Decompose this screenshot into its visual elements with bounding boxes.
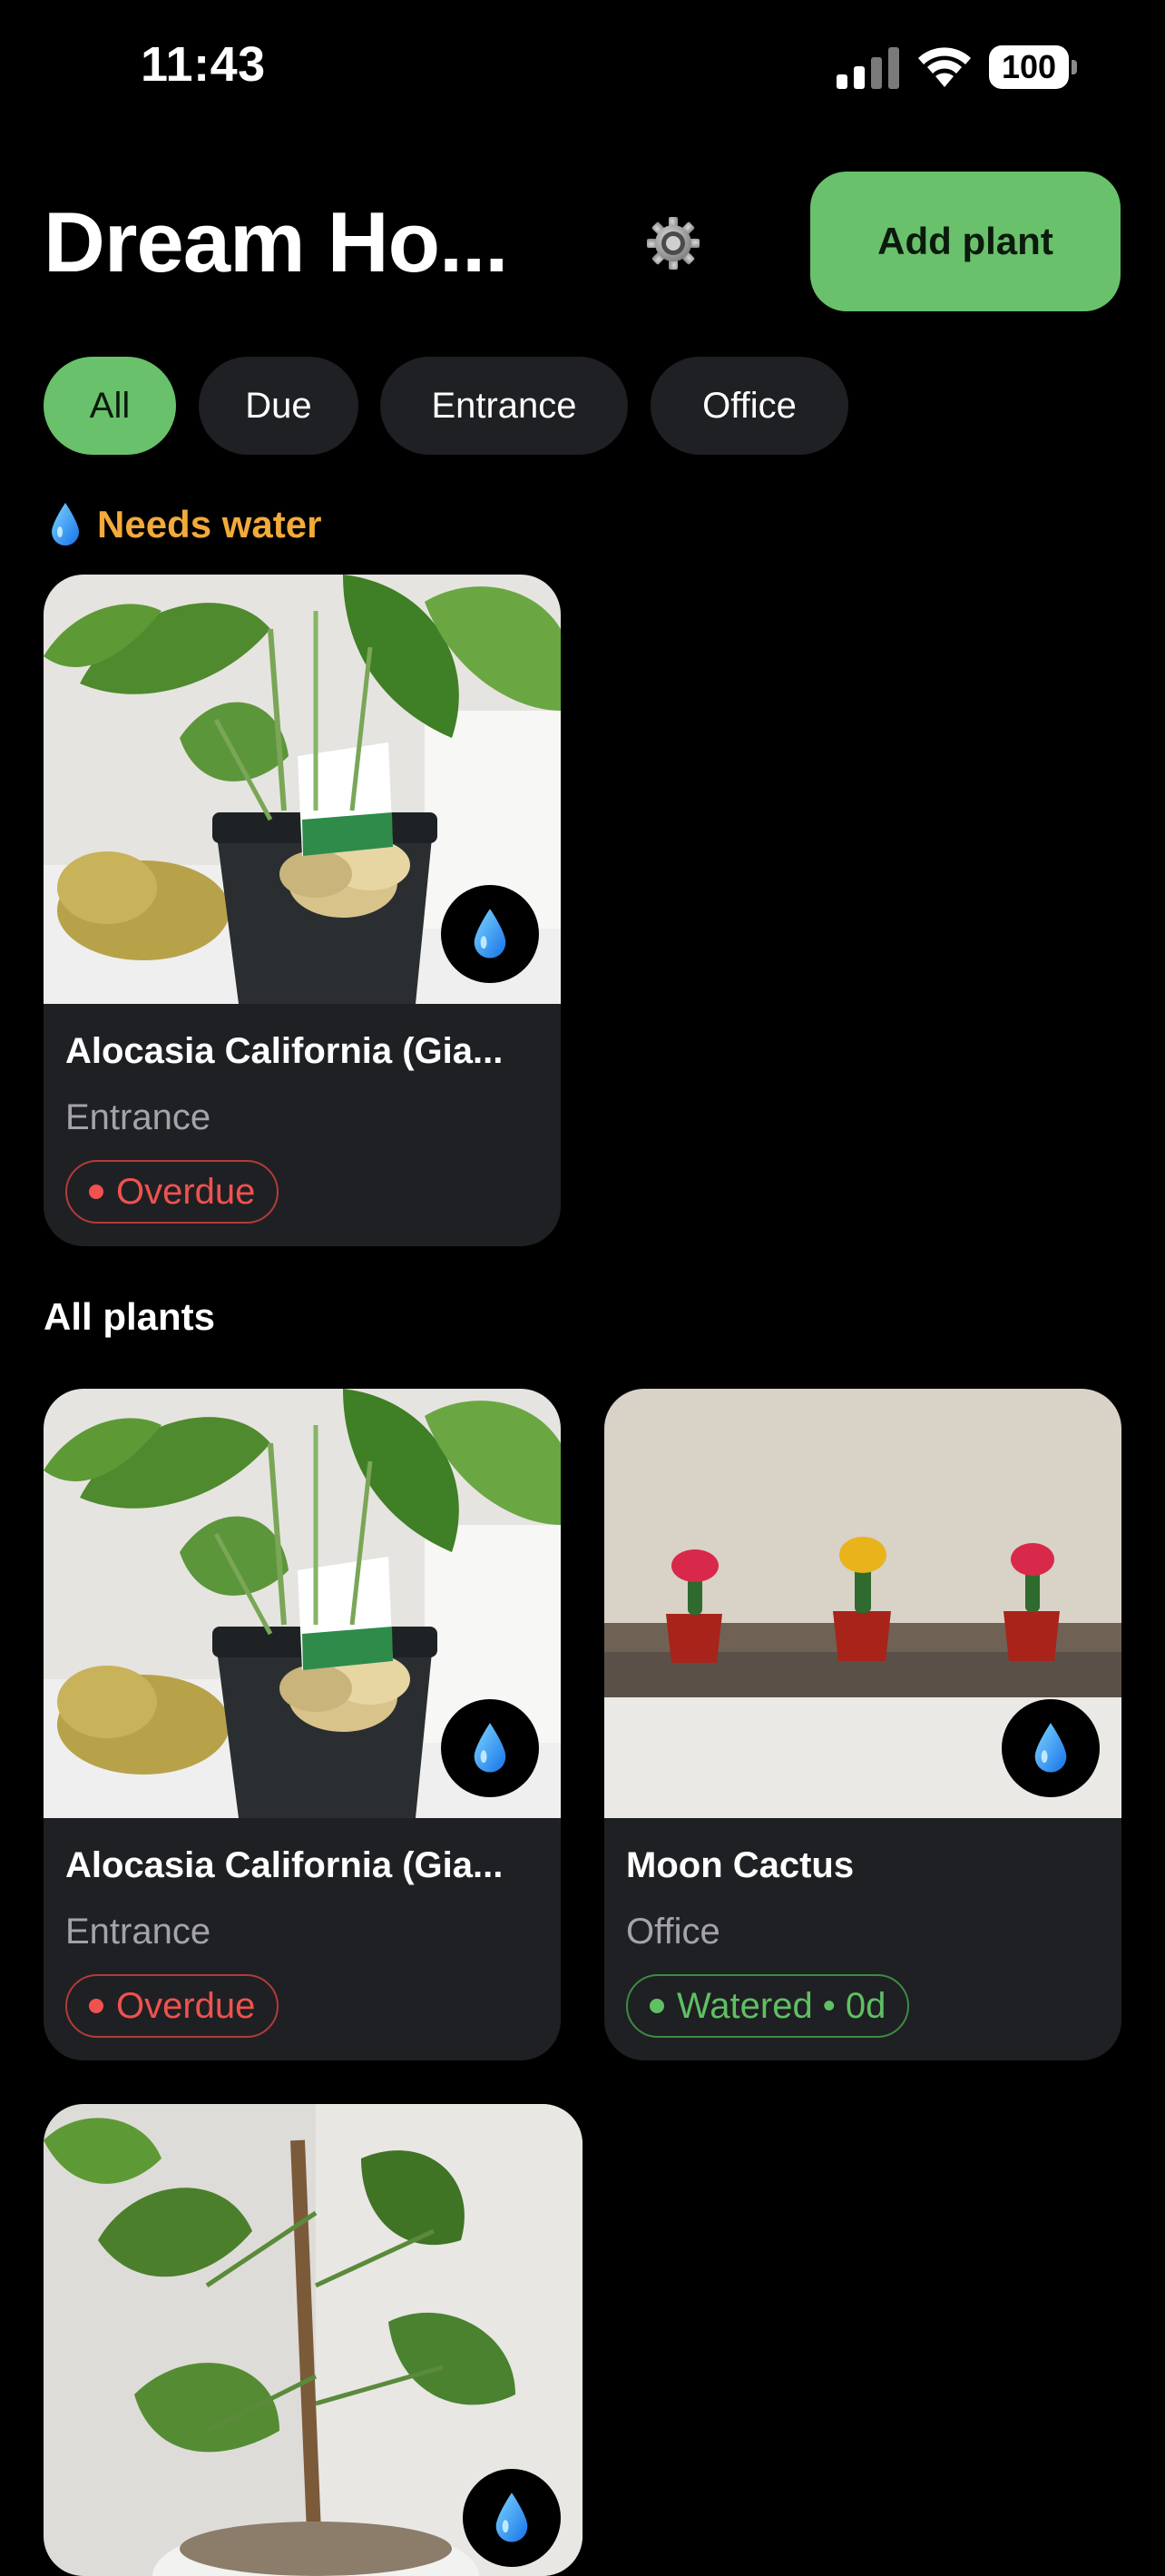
water-button[interactable]: [463, 2469, 561, 2567]
wifi-icon: [918, 47, 971, 87]
all-plants-heading: All plants: [44, 1295, 216, 1338]
plant-room: Office: [626, 1912, 720, 1952]
filter-chip-all[interactable]: All: [44, 357, 176, 455]
plant-card-moon-cactus[interactable]: Moon Cactus Office Watered • 0d: [604, 1389, 1121, 2060]
filter-chip-entrance[interactable]: Entrance: [380, 357, 628, 455]
plant-room: Entrance: [65, 1097, 211, 1137]
status-label: Watered • 0d: [677, 1985, 886, 2026]
water-button[interactable]: [1002, 1699, 1100, 1797]
water-button[interactable]: [441, 1699, 539, 1797]
needs-water-title: Needs water: [97, 503, 322, 546]
status-label: Overdue: [116, 1171, 256, 1212]
status-badge: Overdue: [65, 1160, 279, 1224]
battery-level: 100: [989, 45, 1069, 89]
water-drop-icon: [495, 2492, 528, 2542]
page-title: Dream Ho...: [44, 194, 508, 290]
water-button[interactable]: [441, 885, 539, 983]
battery-icon: 100: [989, 45, 1080, 91]
water-drop-icon: [52, 503, 79, 546]
status-label: Overdue: [116, 1985, 256, 2026]
status-badge: Overdue: [65, 1974, 279, 2038]
water-drop-icon: [1034, 1723, 1067, 1773]
plant-name: Moon Cactus: [626, 1845, 855, 1885]
water-drop-icon: [474, 1723, 506, 1773]
plant-name: Alocasia California (Gia...: [65, 1845, 504, 1885]
plant-card-alocasia-needs-water[interactable]: Alocasia California (Gia... Entrance Ove…: [44, 575, 561, 1246]
status-badge: Watered • 0d: [626, 1974, 910, 2038]
needs-water-heading: Needs water: [50, 501, 321, 548]
filter-chip-office[interactable]: Office: [651, 357, 848, 455]
status-time: 11:43: [141, 37, 266, 92]
plant-card-monstera[interactable]: [44, 2104, 582, 2576]
plant-card-alocasia[interactable]: Alocasia California (Gia... Entrance Ove…: [44, 1389, 561, 2060]
gear-icon[interactable]: [646, 216, 700, 270]
plant-name: Alocasia California (Gia...: [65, 1031, 504, 1071]
cellular-signal-icon: [837, 47, 899, 89]
filter-chip-due[interactable]: Due: [199, 357, 358, 455]
water-drop-icon: [474, 909, 506, 959]
plant-room: Entrance: [65, 1912, 211, 1952]
add-plant-button[interactable]: Add plant: [810, 172, 1121, 311]
